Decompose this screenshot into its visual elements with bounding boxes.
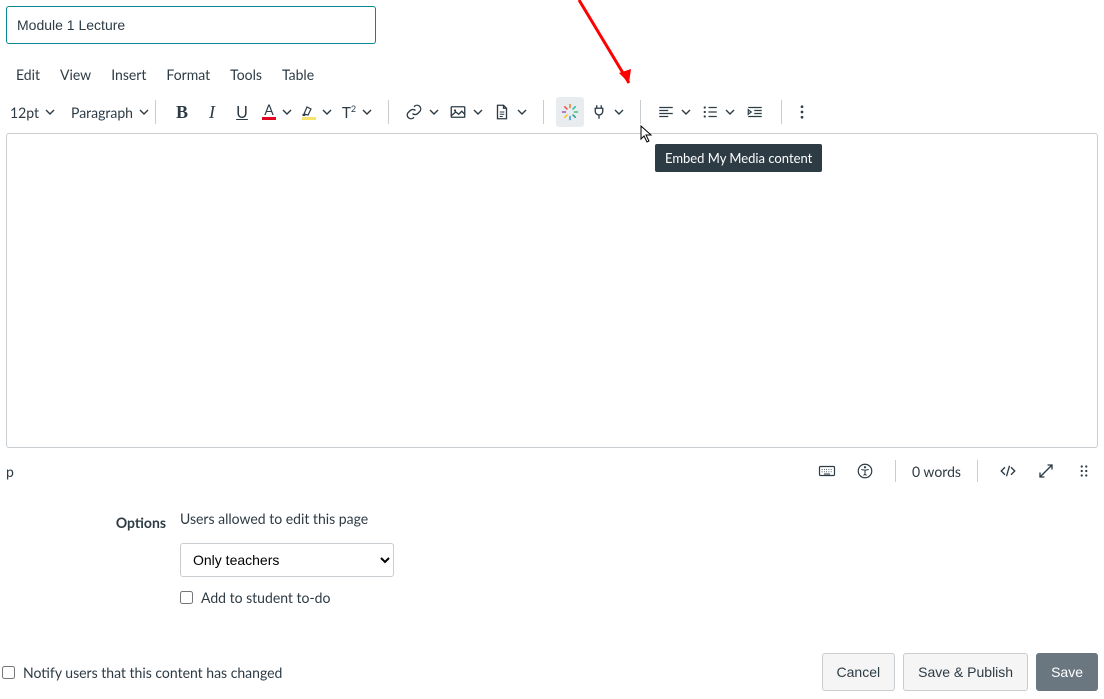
keyboard-button[interactable] [813,456,841,486]
bold-button[interactable]: B [168,97,196,127]
align-left-icon [657,103,675,121]
menu-table[interactable]: Table [272,60,324,89]
underline-button[interactable]: U [228,97,256,127]
chevron-down-icon [322,107,332,117]
list-button[interactable] [697,97,739,127]
chevron-down-icon [681,107,691,117]
page-title-input[interactable] [6,6,376,44]
chevron-down-icon [45,107,55,117]
users-allowed-label: Users allowed to edit this page [180,510,394,527]
chevron-down-icon [282,107,292,117]
html-editor-button[interactable] [994,456,1022,486]
document-icon [493,103,511,121]
chevron-down-icon [139,107,149,117]
student-todo-label: Add to student to-do [201,589,330,606]
menu-tools[interactable]: Tools [220,60,272,89]
italic-icon: I [209,102,215,123]
text-color-button[interactable]: A [258,97,296,127]
chevron-down-icon [473,107,483,117]
chevron-down-icon [429,107,439,117]
drag-handle-icon [1075,462,1093,480]
code-icon [999,462,1017,480]
menu-insert[interactable]: Insert [101,60,156,89]
element-path[interactable]: p [6,463,14,480]
superscript-button[interactable]: T2 [338,97,376,127]
indent-button[interactable] [741,97,769,127]
users-allowed-select[interactable]: Only teachers [180,543,394,577]
highlight-color-button[interactable] [298,97,336,127]
align-button[interactable] [653,97,695,127]
block-format-label: Paragraph [71,104,133,121]
menu-edit[interactable]: Edit [6,60,50,89]
menu-view[interactable]: View [50,60,101,89]
indent-icon [746,103,764,121]
toolbar: 12pt Paragraph B I U A T2 [0,95,1104,133]
notify-users-label: Notify users that this content has chang… [23,664,282,681]
link-button[interactable] [401,97,443,127]
image-icon [449,103,467,121]
superscript-icon: T2 [342,103,356,122]
resize-handle[interactable] [1070,456,1098,486]
notify-users-checkbox[interactable] [2,666,15,679]
chevron-down-icon [725,107,735,117]
cancel-button[interactable]: Cancel [822,653,896,691]
chevron-down-icon [517,107,527,117]
student-todo-checkbox[interactable] [180,591,193,604]
highlight-icon [302,104,316,120]
menubar: Edit View Insert Format Tools Table [0,50,1104,95]
link-icon [405,103,423,121]
statusbar: p 0 words [0,448,1104,490]
keyboard-icon [818,462,836,480]
kaltura-icon [561,103,579,121]
chevron-down-icon [614,107,624,117]
embed-media-button[interactable] [556,97,584,127]
font-size-dropdown[interactable]: 12pt [4,104,57,121]
menu-format[interactable]: Format [156,60,220,89]
more-vertical-icon [793,103,811,121]
bullet-list-icon [701,103,719,121]
expand-icon [1037,462,1055,480]
document-button[interactable] [489,97,531,127]
save-publish-button[interactable]: Save & Publish [903,653,1028,691]
accessibility-icon [856,462,874,480]
fullscreen-button[interactable] [1032,456,1060,486]
word-count[interactable]: 0 words [912,463,961,480]
options-label: Options [6,510,166,606]
italic-button[interactable]: I [198,97,226,127]
font-size-label: 12pt [10,104,39,121]
accessibility-button[interactable] [851,456,879,486]
image-button[interactable] [445,97,487,127]
chevron-down-icon [362,107,372,117]
save-button[interactable]: Save [1036,653,1098,691]
bold-icon: B [176,102,188,123]
text-color-icon: A [262,104,276,120]
plug-icon [590,103,608,121]
more-button[interactable] [788,97,816,127]
tooltip: Embed My Media content [655,144,822,172]
apps-button[interactable] [586,97,628,127]
editor-content[interactable] [6,133,1098,448]
underline-icon: U [236,103,248,122]
block-format-dropdown[interactable]: Paragraph [71,104,149,121]
